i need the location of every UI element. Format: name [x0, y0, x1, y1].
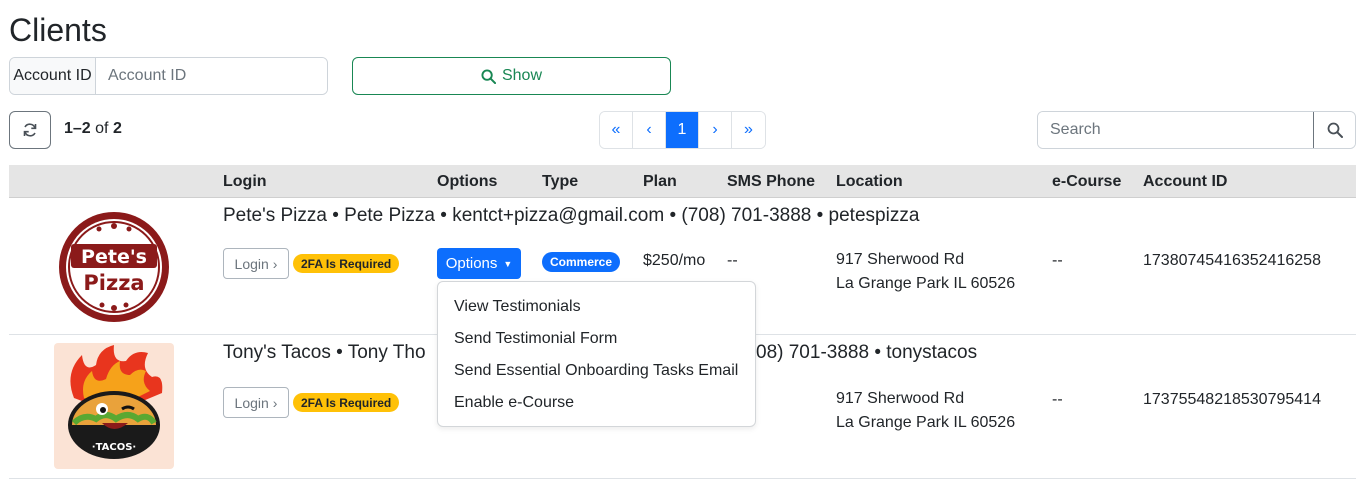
search-input[interactable] — [1038, 112, 1313, 148]
refresh-icon — [23, 123, 37, 137]
search-icon — [481, 68, 496, 84]
next-page-button[interactable]: › — [699, 112, 732, 148]
ecourse-cell: -- — [1052, 391, 1063, 408]
search-button[interactable] — [1313, 112, 1355, 148]
chevron-right-icon: › — [272, 255, 278, 272]
page-title: Clients — [9, 12, 107, 48]
location-cell: 917 Sherwood Rd La Grange Park IL 60526 — [836, 387, 1015, 435]
plan-cell: $250/mo — [643, 252, 706, 269]
account-id-filter: Account ID — [9, 57, 328, 95]
options-dropdown-menu: View Testimonials Send Testimonial Form … — [437, 281, 756, 427]
location-line2: La Grange Park IL 60526 — [836, 414, 1016, 431]
search-group — [1037, 111, 1356, 149]
menu-item-send-onboarding-email[interactable]: Send Essential Onboarding Tasks Email — [438, 355, 755, 387]
ecourse-cell: -- — [1052, 252, 1063, 269]
show-button-label: Show — [501, 67, 543, 84]
client-header-left: Tony's Tacos • Tony Tho — [223, 342, 426, 363]
location-line2: La Grange Park IL 60526 — [836, 275, 1016, 292]
col-login: Login — [223, 173, 267, 190]
twofa-badge: 2FA Is Required — [293, 254, 400, 273]
logo-word-pizza: Pizza — [83, 271, 144, 295]
menu-item-send-testimonial-form[interactable]: Send Testimonial Form — [438, 323, 755, 355]
sms-phone-cell: -- — [727, 252, 738, 269]
type-badge: Commerce — [542, 252, 621, 272]
client-header-right: 08) 701-3888 • tonystacos — [756, 342, 978, 363]
options-button-label: Options — [445, 255, 498, 272]
login-button-label: Login — [234, 394, 269, 411]
col-type: Type — [542, 173, 579, 190]
col-location: Location — [836, 173, 903, 190]
col-plan: Plan — [643, 173, 677, 190]
account-id-input[interactable] — [96, 58, 327, 94]
client-logo: Pete's Pizza — [57, 210, 171, 324]
menu-item-view-testimonials[interactable]: View Testimonials — [438, 291, 755, 323]
result-total: 2 — [112, 120, 122, 137]
account-id-addon-label: Account ID — [10, 58, 96, 94]
location-line1: 917 Sherwood Rd — [836, 251, 965, 268]
login-button[interactable]: Login › — [223, 248, 289, 279]
prev-page-button[interactable]: ‹ — [633, 112, 666, 148]
account-id-cell: 17380745416352416258 — [1143, 252, 1321, 269]
search-icon — [1327, 122, 1343, 138]
result-range: 1–2 — [64, 120, 91, 137]
caret-down-icon: ▼ — [503, 258, 513, 269]
chevron-right-icon: › — [272, 394, 278, 411]
location-cell: 917 Sherwood Rd La Grange Park IL 60526 — [836, 248, 1015, 296]
refresh-button[interactable] — [9, 111, 51, 149]
col-sms-phone: SMS Phone — [727, 173, 816, 190]
col-options: Options — [437, 173, 498, 190]
logo-word-petes: Pete's — [81, 246, 147, 268]
pagination: « ‹ 1 › » — [599, 111, 766, 149]
show-button[interactable]: Show — [352, 57, 671, 95]
account-id-cell: 17375548218530795414 — [1143, 391, 1321, 408]
col-ecourse: e-Course — [1052, 173, 1122, 190]
logo-word-tacos: ·TACOS· — [92, 442, 136, 453]
client-header: Pete's Pizza • Pete Pizza • kentct+pizza… — [223, 205, 920, 226]
row-divider — [9, 478, 1356, 479]
result-count: 1–2 of 2 — [64, 120, 122, 138]
first-page-button[interactable]: « — [600, 112, 633, 148]
location-line1: 917 Sherwood Rd — [836, 390, 965, 407]
last-page-button[interactable]: » — [732, 112, 765, 148]
options-dropdown-button[interactable]: Options ▼ — [437, 248, 521, 279]
client-logo: ·TACOS· — [54, 343, 174, 469]
table-header: Login Options Type Plan SMS Phone Locati… — [9, 165, 1356, 198]
login-button[interactable]: Login › — [223, 387, 289, 418]
twofa-badge: 2FA Is Required — [293, 393, 400, 412]
menu-item-enable-ecourse[interactable]: Enable e-Course — [438, 387, 755, 419]
login-button-label: Login — [234, 255, 269, 272]
current-page-button[interactable]: 1 — [666, 112, 699, 148]
result-of: of — [95, 120, 109, 137]
col-account-id: Account ID — [1143, 173, 1228, 190]
